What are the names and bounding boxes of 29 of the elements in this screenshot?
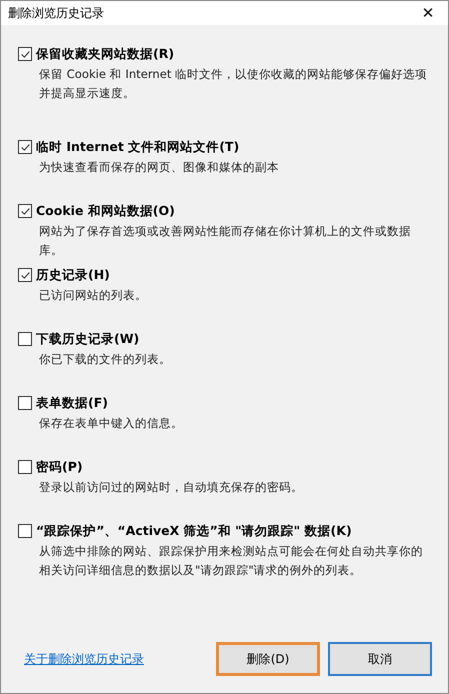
option-description: 网站为了保存首选项或改善网站性能而存储在你计算机上的文件或数据库。 <box>38 223 412 259</box>
option-label: 表单数据(F) <box>36 394 108 412</box>
option-label: “跟踪保护”、“ActiveX 筛选”和 "请勿跟踪" 数据(K) <box>36 522 352 540</box>
checkbox[interactable] <box>18 524 32 538</box>
cancel-button[interactable]: 取消 <box>328 642 432 676</box>
option-description: 从筛选中排除的网站、跟踪保护用来检测站点可能会在何处自动共享你的相关访问详细信息的数据以及"请勿跟踪"请求的例外的列表。 <box>38 543 424 579</box>
window-title: 删除浏览历史记录 <box>8 4 104 22</box>
checkbox[interactable] <box>18 332 32 346</box>
option-label: 临时 Internet 文件和网站文件(T) <box>36 138 240 156</box>
option-description: 已访问网站的列表。 <box>38 287 148 304</box>
option-description: 登录以前访问过的网站时，自动填充保存的密码。 <box>38 479 304 496</box>
option-label: 保留收藏夹网站数据(R) <box>36 46 174 62</box>
checkbox[interactable] <box>18 268 32 282</box>
option-label: 密码(P) <box>36 458 83 476</box>
checkbox[interactable] <box>18 396 32 410</box>
checkbox[interactable] <box>18 140 32 154</box>
close-button[interactable]: ✕ <box>408 1 448 25</box>
option-description: 保留 Cookie 和 Internet 临时文件，以使你收藏的网站能够保存偏好选项并提高显示速度。 <box>38 66 428 102</box>
checkbox[interactable] <box>18 47 32 61</box>
option-description: 保存在表单中键入的信息。 <box>38 415 184 432</box>
option-label: Cookie 和网站数据(O) <box>36 202 175 220</box>
option-description: 为快速查看而保存的网页、图像和媒体的副本 <box>38 159 280 176</box>
delete-button[interactable]: 删除(D) <box>216 642 320 676</box>
option-label: 历史记录(H) <box>36 266 110 284</box>
option-label: 下载历史记录(W) <box>36 330 140 348</box>
checkbox[interactable] <box>18 460 32 474</box>
help-link[interactable]: 关于删除浏览历史记录 <box>18 650 144 668</box>
option-description: 你已下载的文件的列表。 <box>38 351 172 368</box>
checkbox[interactable] <box>18 204 32 218</box>
